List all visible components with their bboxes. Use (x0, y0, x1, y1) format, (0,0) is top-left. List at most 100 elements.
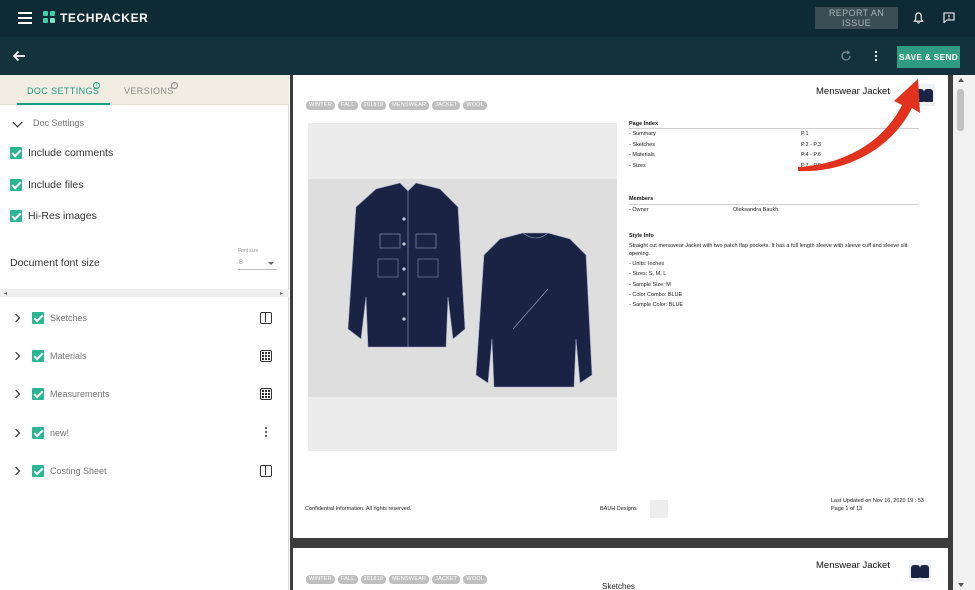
page-subtitle: Sketches (602, 582, 635, 590)
scroll-up-icon[interactable] (958, 78, 964, 82)
document-font-size-label: Document font size (10, 257, 100, 269)
page-index-name: - Summary (629, 131, 656, 137)
section-row-label: Materials (50, 351, 87, 361)
tag: WINTER (306, 101, 335, 110)
tag: WOOL (463, 575, 488, 584)
section-row-costing-sheet[interactable]: Costing Sheet (10, 465, 280, 479)
footer-confidential: Confidential Information. All rights res… (305, 506, 412, 512)
chevron-down-icon (12, 117, 23, 128)
section-row-label: Sketches (50, 313, 88, 323)
style-title: Menswear Jacket (816, 86, 890, 97)
bell-icon[interactable] (913, 12, 924, 24)
refresh-icon[interactable] (840, 50, 852, 62)
font-size-select[interactable]: 8 (238, 256, 277, 270)
page-index-name: - Materials (629, 152, 655, 158)
tag: MENSWEAR (389, 575, 430, 584)
page-index-page: P.1 (801, 131, 809, 137)
settings-tabs: DOC SETTINGS i VERSIONS i (0, 75, 289, 105)
section-row-new[interactable]: new! (10, 427, 280, 441)
footer-meta: Last Updated on Nov 16, 2020 19 : 53 Pag… (831, 497, 924, 513)
section-row-label: Costing Sheet (50, 466, 107, 476)
save-and-send-button[interactable]: SAVE & SEND (897, 46, 960, 68)
jacket-thumbnail-icon (909, 560, 931, 582)
tag: JACKET (432, 575, 461, 584)
page-index-name: - Sketches (629, 142, 655, 148)
section-row-materials[interactable]: Materials (10, 350, 280, 364)
columns-icon[interactable] (260, 465, 272, 477)
checkbox-checked-icon[interactable] (32, 312, 44, 324)
chevron-right-icon[interactable] (11, 351, 21, 361)
info-icon: i (93, 82, 100, 89)
checkbox-checked-icon[interactable] (32, 427, 44, 439)
style-title: Menswear Jacket (816, 560, 890, 571)
scroll-right-icon[interactable]: ▸ (280, 290, 283, 297)
include-files-checkbox[interactable]: Include files (10, 179, 230, 193)
last-updated: Last Updated on Nov 16, 2020 19 : 53 (831, 498, 924, 504)
checkbox-checked-icon (10, 210, 22, 222)
tab-versions[interactable]: VERSIONS i (124, 75, 186, 105)
divider (629, 128, 919, 129)
document-preview[interactable]: WINTER FALL 201819 MENSWEAR JACKET WOOL … (290, 75, 975, 590)
page-index-page: P.2 - P.3 (801, 142, 821, 148)
top-nav-bar: TECHPACKER REPORT AN ISSUE (0, 0, 975, 37)
style-info-line: - Sample Size: M (629, 282, 671, 288)
scroll-down-icon[interactable] (958, 583, 964, 587)
feedback-icon[interactable] (943, 12, 955, 23)
option-label: Hi-Res images (28, 210, 97, 222)
page-count: Page 1 of 13 (831, 506, 863, 512)
horizontal-scrollbar[interactable]: ◂ ▸ (0, 289, 289, 297)
chevron-right-icon[interactable] (11, 466, 21, 476)
section-row-label: new! (50, 428, 70, 438)
grid-icon[interactable] (260, 350, 272, 362)
report-issue-button[interactable]: REPORT AN ISSUE (815, 7, 898, 29)
hi-res-images-checkbox[interactable]: Hi-Res images (10, 210, 230, 224)
tab-label: DOC SETTINGS (27, 86, 100, 96)
chevron-right-icon[interactable] (11, 389, 21, 399)
checkbox-checked-icon[interactable] (32, 388, 44, 400)
members-heading: Members (629, 196, 654, 202)
section-row-label: Measurements (50, 389, 110, 399)
jacket-thumbnail-icon (913, 84, 935, 106)
chevron-right-icon[interactable] (11, 313, 21, 323)
page-index-page: P.4 - P.6 (801, 152, 821, 158)
back-arrow-icon[interactable] (12, 49, 26, 63)
page-index-heading: Page Index (629, 121, 659, 127)
tab-doc-settings[interactable]: DOC SETTINGS i (17, 75, 110, 105)
scrollbar-thumb[interactable] (957, 89, 964, 131)
vertical-scrollbar[interactable] (953, 75, 975, 590)
checkbox-checked-icon[interactable] (32, 350, 44, 362)
option-label: Include files (28, 179, 84, 191)
style-description: Straight cut menswear Jacket with two pa… (629, 243, 908, 257)
member-name: Oleksandra Baukh (733, 207, 779, 213)
style-info-line: - Sizes: S, M, L (629, 271, 667, 277)
menu-icon[interactable] (18, 12, 32, 24)
member-role: - Owner (629, 207, 649, 213)
checkbox-checked-icon (10, 147, 22, 159)
sketch-image (308, 123, 617, 451)
jacket-sketch-illustration (347, 182, 593, 388)
brand-name: TECHPACKER (60, 11, 149, 25)
columns-icon[interactable] (260, 312, 272, 324)
section-row-sketches[interactable]: Sketches (10, 312, 280, 326)
preview-page-2: WINTER FALL 201819 MENSWEAR JACKET WOOL … (293, 548, 948, 590)
checkbox-checked-icon[interactable] (32, 465, 44, 477)
tag: MENSWEAR (389, 101, 430, 110)
caret-down-icon (268, 262, 274, 265)
section-label: Doc Settings (33, 118, 85, 128)
more-vert-icon[interactable] (872, 49, 880, 63)
style-info-line: - Color Combo: BLUE (629, 292, 683, 298)
grid-icon[interactable] (260, 388, 272, 400)
chevron-right-icon[interactable] (11, 428, 21, 438)
tag: 201819 (360, 101, 387, 110)
more-vert-icon[interactable] (264, 427, 268, 439)
tag: JACKET (432, 101, 461, 110)
tag: FALL (337, 101, 358, 110)
style-info-line: - Units: Inches (629, 261, 665, 267)
scroll-left-icon[interactable]: ◂ (4, 290, 7, 297)
doc-settings-toggle[interactable]: Doc Settings (11, 117, 211, 131)
style-info-heading: Style Info (629, 233, 654, 239)
section-row-measurements[interactable]: Measurements (10, 388, 280, 402)
tag-list: WINTER FALL 201819 MENSWEAR JACKET WOOL (306, 575, 488, 585)
company-logo-icon (650, 500, 668, 518)
include-comments-checkbox[interactable]: Include comments (10, 147, 230, 161)
